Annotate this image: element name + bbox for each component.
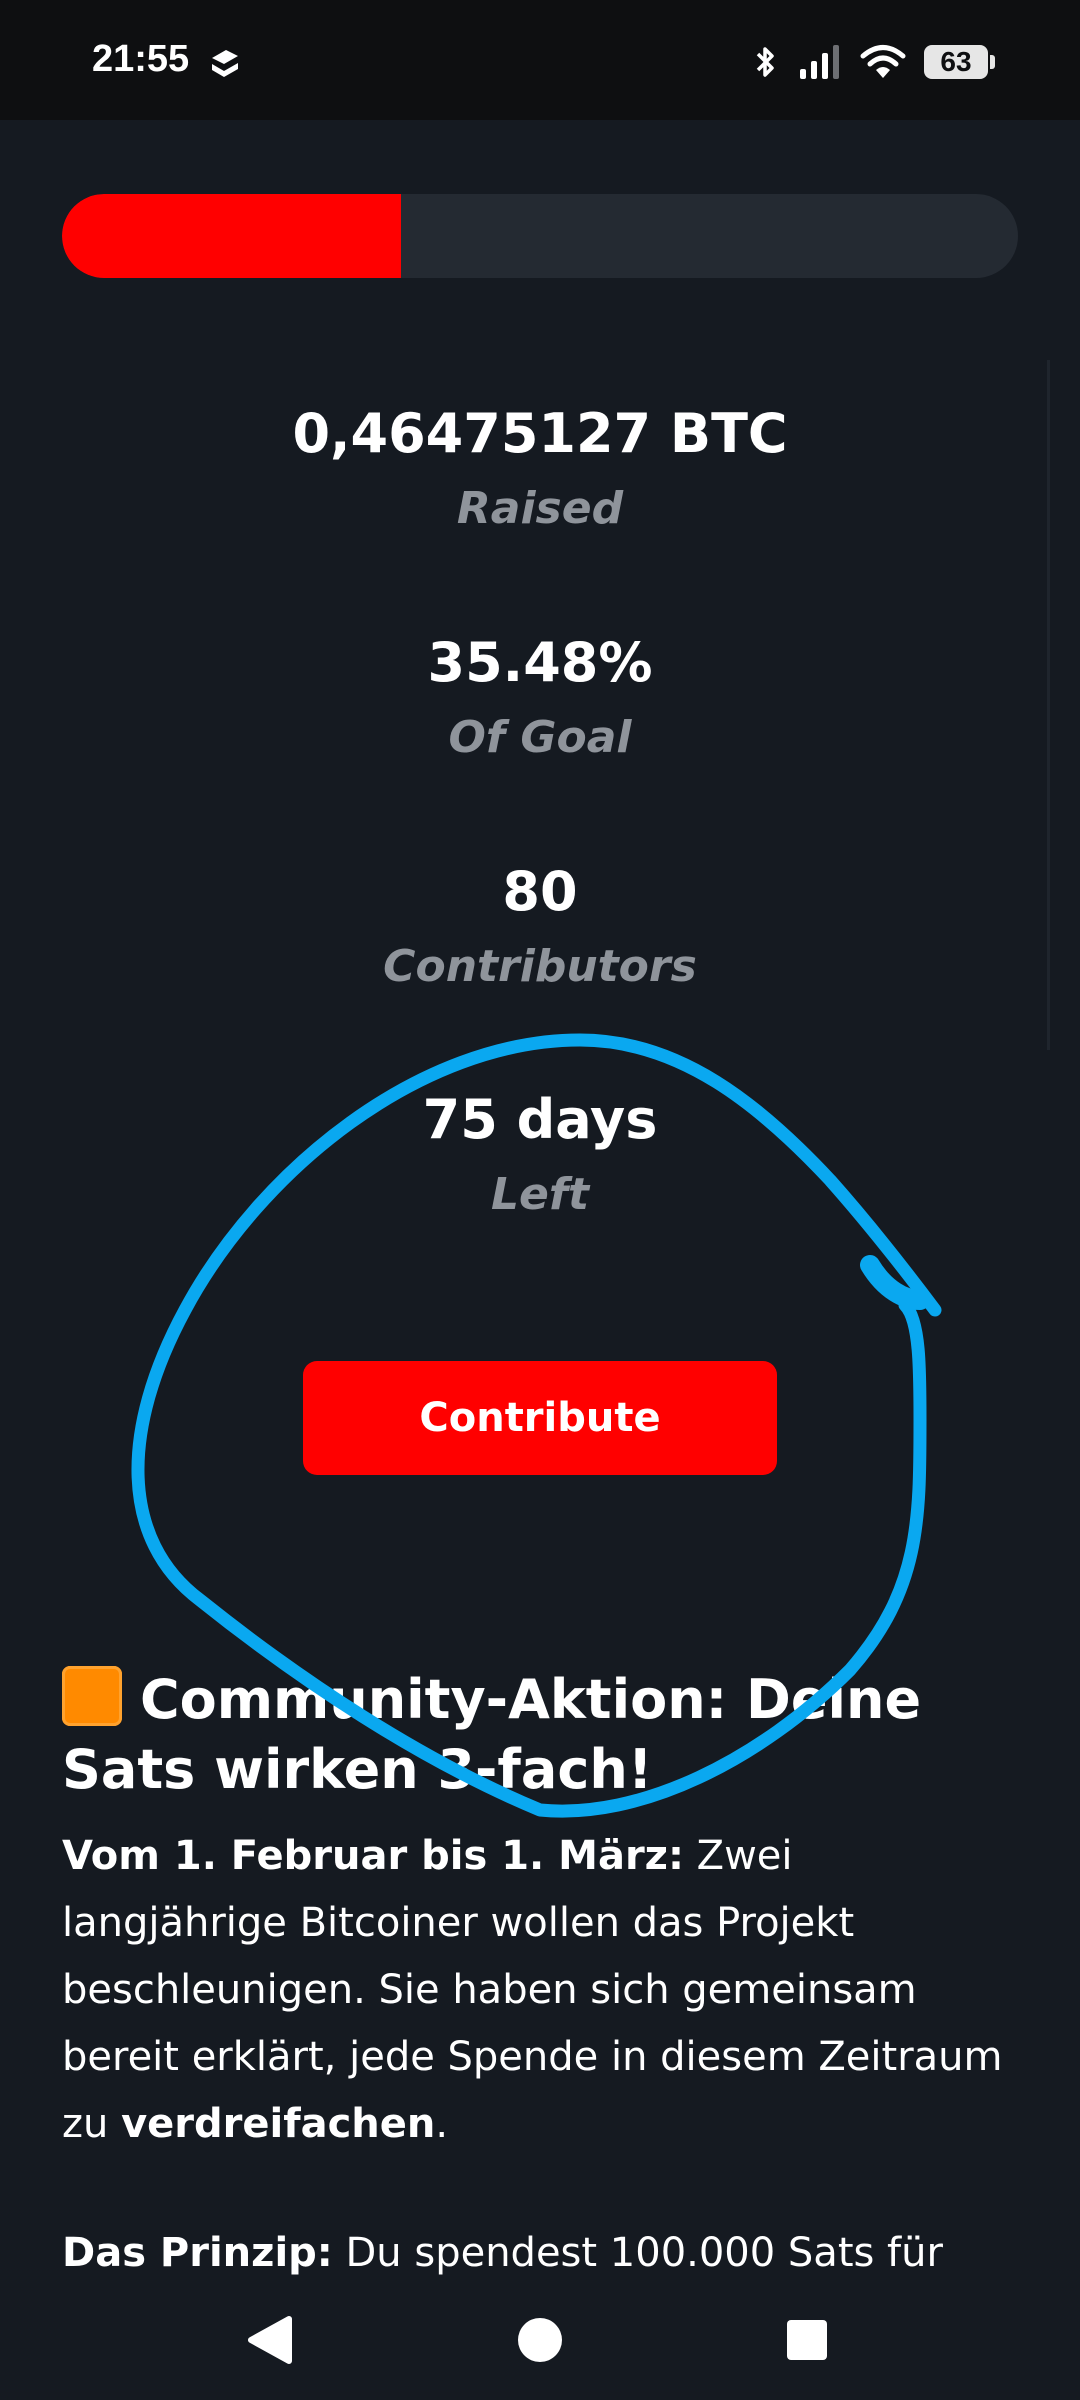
article-paragraph-1: Vom 1. Februar bis 1. März: Zwei langjäh… xyxy=(62,1823,1018,2158)
battery-icon: 63 xyxy=(924,45,995,79)
stat-label: Of Goal xyxy=(448,712,632,763)
status-icons: 63 xyxy=(750,40,995,84)
stat-contributors: 80 Contributors xyxy=(0,860,1080,996)
signal-icon xyxy=(800,45,839,79)
status-bar: 21:55 63 xyxy=(0,0,1080,120)
campaign-page: 0,46475127 BTC Raised 35.48% Of Goal 80 … xyxy=(0,120,1080,2280)
stat-goal: 35.48% Of Goal xyxy=(0,631,1080,767)
bold-text: Das Prinzip: xyxy=(62,2230,333,2276)
recents-button[interactable] xyxy=(775,2308,839,2372)
wifi-icon xyxy=(860,45,906,78)
orange-square-icon xyxy=(62,1666,122,1726)
bluetooth-icon xyxy=(756,47,774,77)
article-heading: Community-Aktion: Deine Sats wirken 3-fa… xyxy=(62,1665,1018,1805)
stat-value: 80 xyxy=(502,860,578,923)
back-icon xyxy=(248,2316,292,2364)
stat-value: 75 days xyxy=(422,1088,658,1151)
app-notification-icon xyxy=(212,50,238,77)
funding-progress-fill xyxy=(62,194,402,278)
home-button[interactable] xyxy=(508,2308,572,2372)
stat-days-left: 75 days Left xyxy=(0,1088,1080,1224)
article-heading-text: Community-Aktion: Deine Sats wirken 3-fa… xyxy=(62,1668,922,1801)
home-icon xyxy=(518,2318,562,2362)
paragraph-text: Zwei langjährige Bitcoiner wollen das Pr… xyxy=(62,1833,1003,2147)
recents-icon xyxy=(787,2320,827,2360)
campaign-description: Community-Aktion: Deine Sats wirken 3-fa… xyxy=(62,1665,1018,2280)
contribute-button[interactable]: Contribute xyxy=(303,1361,777,1475)
stat-label: Left xyxy=(490,1169,590,1220)
stat-value: 35.48% xyxy=(427,631,653,694)
stat-label: Contributors xyxy=(383,941,697,992)
back-button[interactable] xyxy=(238,2308,302,2372)
article-paragraph-2: Das Prinzip: Du spendest 100.000 Sats fü… xyxy=(62,2220,1018,2280)
stat-raised: 0,46475127 BTC Raised xyxy=(0,402,1080,538)
status-time: 21:55 xyxy=(92,38,190,80)
stat-value: 0,46475127 BTC xyxy=(292,402,788,465)
system-navigation-bar xyxy=(0,2280,1080,2400)
stat-label: Raised xyxy=(456,483,624,534)
bold-text: Vom 1. Februar bis 1. März: xyxy=(62,1833,684,1879)
funding-progress-bar xyxy=(62,194,1018,278)
paragraph-text: . xyxy=(435,2101,449,2147)
bold-text: verdreifachen xyxy=(121,2101,436,2147)
